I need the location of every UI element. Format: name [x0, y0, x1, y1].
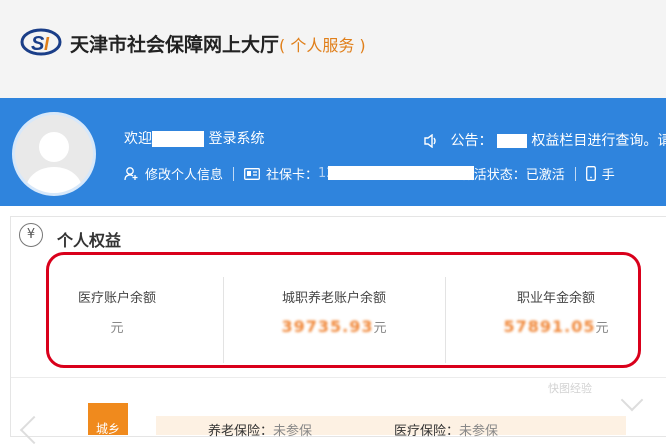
- highlight-annotation: [46, 252, 641, 368]
- activation-status: 激活状态：已激活: [460, 168, 565, 183]
- user-bar: 欢迎 登录系统 公告： 权益栏目进行查询。请您在 修改个人信息 社保卡： 121…: [0, 98, 666, 206]
- urban-rural-tag[interactable]: 城乡: [88, 403, 128, 435]
- site-header: S I 天津市社会保障网上大厅( 个人服务 ): [0, 0, 666, 98]
- panel-title: 个人权益: [57, 231, 122, 250]
- username-mask: [152, 131, 204, 147]
- medical-insurance-value: 未参保: [459, 424, 499, 439]
- phone-icon: [585, 166, 596, 181]
- divider: [233, 166, 235, 181]
- speaker-icon: [424, 134, 436, 148]
- site-subtitle: ( 个人服务 ): [279, 36, 366, 55]
- medical-insurance-label: 医疗保险：: [394, 424, 460, 439]
- medical-insurance-status: 医疗保险：未参保: [394, 420, 498, 439]
- avatar[interactable]: [12, 112, 96, 196]
- notice-text: 权益栏目进行查询。请您在: [531, 133, 666, 149]
- notice-mask: [496, 134, 527, 148]
- card-number-mask: [328, 166, 475, 180]
- site-title: 天津市社会保障网上大厅( 个人服务 ): [70, 30, 366, 57]
- mobile-link[interactable]: 手: [602, 164, 615, 183]
- welcome-text: 欢迎 登录系统: [124, 128, 264, 148]
- pension-insurance-label: 养老保险：: [208, 424, 274, 439]
- user-edit-icon: [124, 167, 138, 181]
- user-actions: 修改个人信息 社保卡： 1217359300 激活状态：已激活 手: [124, 164, 615, 183]
- site-logo-icon: S I: [20, 28, 62, 56]
- divider: [11, 377, 666, 378]
- watermark: 快图经验: [548, 382, 592, 395]
- card-number: 1217359300: [318, 166, 475, 181]
- svg-text:I: I: [44, 34, 50, 54]
- svg-text:S: S: [31, 33, 45, 55]
- card-label: 社保卡：: [266, 168, 319, 183]
- user-silhouette-icon: [26, 132, 82, 193]
- card-icon: [244, 167, 260, 180]
- pension-insurance-value: 未参保: [273, 424, 313, 439]
- notice-label: 公告：: [450, 133, 493, 149]
- welcome-suffix: 登录系统: [208, 131, 265, 147]
- edit-info-link[interactable]: 修改个人信息: [145, 164, 223, 183]
- divider: [574, 166, 576, 181]
- pension-insurance-status: 养老保险：未参保: [208, 420, 312, 439]
- yen-icon: ¥: [19, 223, 43, 247]
- notice[interactable]: 公告： 权益栏目进行查询。请您在: [424, 130, 666, 150]
- welcome-prefix: 欢迎: [124, 131, 152, 147]
- site-title-text: 天津市社会保障网上大厅: [70, 34, 280, 56]
